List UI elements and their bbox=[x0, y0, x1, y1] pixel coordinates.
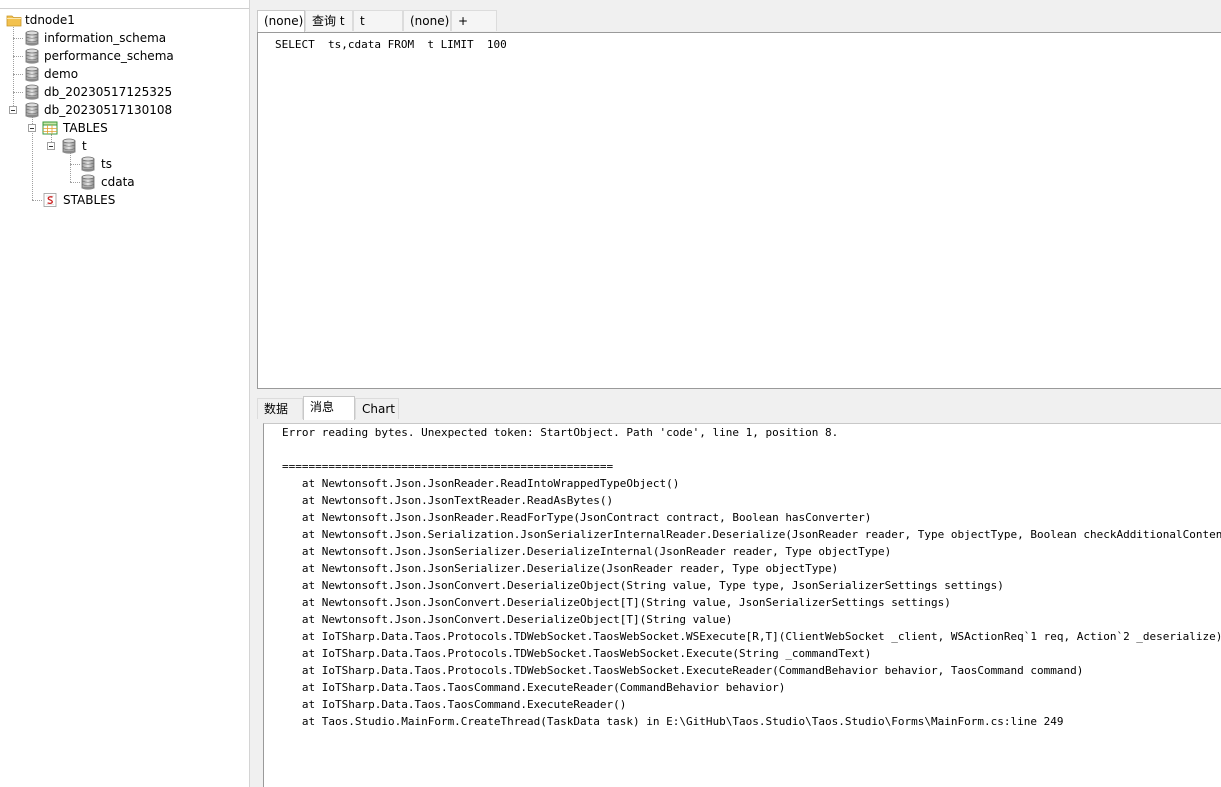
message-line: at Newtonsoft.Json.JsonReader.ReadIntoWr… bbox=[282, 477, 680, 490]
tree-node-database[interactable]: demo bbox=[0, 65, 240, 83]
message-line: Error reading bytes. Unexpected token: S… bbox=[282, 426, 839, 439]
tree-node-label: demo bbox=[44, 67, 79, 81]
tab-add[interactable]: + bbox=[451, 10, 497, 31]
collapse-icon[interactable] bbox=[47, 142, 55, 150]
message-line: at Newtonsoft.Json.JsonConvert.Deseriali… bbox=[282, 613, 733, 626]
database-icon bbox=[24, 84, 40, 101]
tab-t[interactable]: t bbox=[353, 10, 403, 31]
tree-node-database[interactable]: information_schema bbox=[0, 29, 240, 47]
tree-node-label: performance_schema bbox=[44, 49, 174, 63]
message-line: at Newtonsoft.Json.JsonTextReader.ReadAs… bbox=[282, 494, 614, 507]
database-icon bbox=[24, 66, 40, 83]
tree-node-table[interactable]: t bbox=[0, 137, 240, 155]
tab-none-1[interactable]: (none) bbox=[257, 10, 305, 32]
column-icon bbox=[80, 174, 96, 191]
sql-text[interactable]: SELECT ts,cdata FROM t LIMIT 100 bbox=[275, 38, 507, 51]
tab-label: (none) bbox=[410, 14, 450, 28]
tree-node-database-expanded[interactable]: db_20230517130108 bbox=[0, 101, 240, 119]
tree-top-border bbox=[0, 8, 249, 9]
message-line: at IoTSharp.Data.Taos.Protocols.TDWebSoc… bbox=[282, 630, 1221, 643]
message-line: at Taos.Studio.MainForm.CreateThread(Tas… bbox=[282, 715, 1064, 728]
tab-none-2[interactable]: (none) bbox=[403, 10, 451, 31]
message-line: at Newtonsoft.Json.JsonConvert.Deseriali… bbox=[282, 596, 951, 609]
tree-node-label: db_20230517125325 bbox=[44, 85, 173, 99]
message-line: at IoTSharp.Data.Taos.TaosCommand.Execut… bbox=[282, 681, 786, 694]
folder-icon bbox=[6, 12, 22, 28]
tab-label: t bbox=[360, 14, 365, 28]
tree-node-column[interactable]: ts bbox=[0, 155, 240, 173]
message-line: at Newtonsoft.Json.JsonSerializer.Deseri… bbox=[282, 545, 892, 558]
tree-node-root[interactable]: tdnode1 bbox=[0, 11, 240, 29]
collapse-icon[interactable] bbox=[9, 106, 17, 114]
tab-query[interactable]: 查询 t bbox=[305, 10, 353, 31]
tree-node-label: STABLES bbox=[63, 193, 116, 207]
messages-panel[interactable]: Error reading bytes. Unexpected token: S… bbox=[263, 423, 1221, 787]
tab-label: t bbox=[339, 14, 345, 28]
tab-data[interactable]: 数据 bbox=[257, 398, 303, 419]
tab-chart[interactable]: Chart bbox=[355, 398, 399, 419]
tree-node-label: ts bbox=[101, 157, 112, 171]
tree-node-label: TABLES bbox=[63, 121, 108, 135]
tree-node-label: information_schema bbox=[44, 31, 167, 45]
column-icon bbox=[80, 156, 96, 173]
tab-label: 数据 bbox=[264, 402, 289, 416]
collapse-icon[interactable] bbox=[28, 124, 36, 132]
database-icon bbox=[61, 138, 77, 155]
message-line: at IoTSharp.Data.Taos.Protocols.TDWebSoc… bbox=[282, 647, 872, 660]
database-icon bbox=[24, 102, 40, 119]
message-line: at Newtonsoft.Json.Serialization.JsonSer… bbox=[282, 528, 1221, 541]
tab-label: 查询 bbox=[312, 14, 337, 28]
stable-s-icon bbox=[42, 192, 58, 208]
message-line: at Newtonsoft.Json.JsonSerializer.Deseri… bbox=[282, 562, 839, 575]
message-line: at IoTSharp.Data.Taos.TaosCommand.Execut… bbox=[282, 698, 627, 711]
tree-node-label: t bbox=[82, 139, 87, 153]
tab-messages[interactable]: 消息 bbox=[303, 396, 355, 420]
tree-node-column[interactable]: cdata bbox=[0, 173, 240, 191]
tree-node-database[interactable]: performance_schema bbox=[0, 47, 240, 65]
tree-node-label: cdata bbox=[101, 175, 135, 189]
database-icon bbox=[24, 48, 40, 65]
database-icon bbox=[24, 30, 40, 47]
message-line: at Newtonsoft.Json.JsonReader.ReadForTyp… bbox=[282, 511, 872, 524]
tab-label: Chart bbox=[362, 402, 395, 416]
message-line: at Newtonsoft.Json.JsonConvert.Deseriali… bbox=[282, 579, 1004, 592]
tab-label: (none) bbox=[264, 14, 304, 28]
sql-editor[interactable]: SELECT ts,cdata FROM t LIMIT 100 bbox=[257, 32, 1221, 389]
database-tree[interactable]: tdnode1 information_schema performance_s… bbox=[0, 0, 250, 787]
tab-label: 消息 bbox=[310, 400, 335, 414]
tree-node-tables[interactable]: TABLES bbox=[0, 119, 240, 137]
tree-node-label: db_20230517130108 bbox=[44, 103, 173, 117]
tree-node-database[interactable]: db_20230517125325 bbox=[0, 83, 240, 101]
table-grid-icon bbox=[42, 120, 58, 136]
tree-node-stables[interactable]: STABLES bbox=[0, 191, 240, 209]
message-line: at IoTSharp.Data.Taos.Protocols.TDWebSoc… bbox=[282, 664, 1084, 677]
add-tab-label: + bbox=[458, 14, 469, 28]
message-line: ========================================… bbox=[282, 460, 614, 473]
tree-node-label: tdnode1 bbox=[25, 13, 75, 27]
